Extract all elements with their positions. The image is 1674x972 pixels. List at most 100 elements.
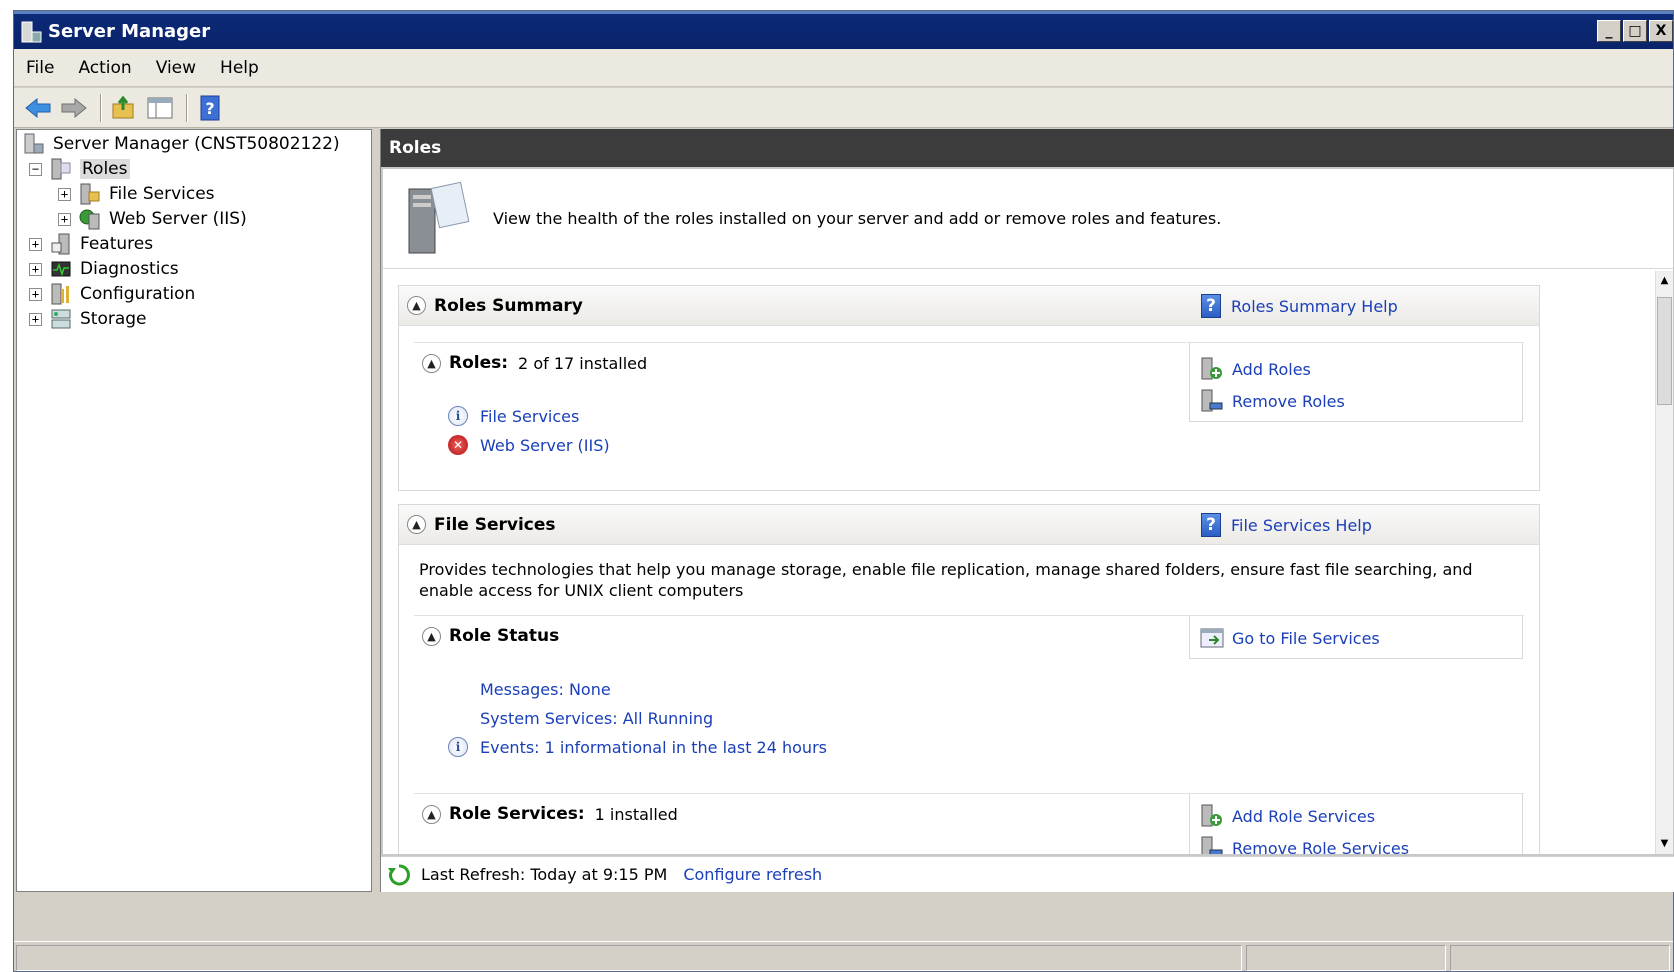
tree-item-diagnostics[interactable]: + Diagnostics	[29, 257, 179, 281]
remove-roles-label[interactable]: Remove Roles	[1232, 392, 1345, 411]
go-to-file-services-link[interactable]: Go to File Services	[1200, 622, 1522, 654]
menu-view[interactable]: View	[156, 58, 196, 78]
configuration-icon	[50, 283, 72, 305]
tree-label-storage: Storage	[80, 309, 147, 329]
show-hide-tree-icon[interactable]	[144, 93, 176, 123]
collapse-icon[interactable]: ▲	[422, 626, 441, 646]
status-messages[interactable]: Messages: None	[480, 676, 611, 702]
menu-file[interactable]: File	[26, 58, 54, 78]
menu-action[interactable]: Action	[78, 58, 131, 78]
forward-arrow-icon[interactable]	[58, 93, 90, 123]
content-body: View the health of the roles installed o…	[381, 167, 1674, 856]
help-icon[interactable]: ?	[194, 93, 226, 123]
role-services-count: 1 installed	[594, 804, 678, 824]
go-to-icon	[1200, 626, 1224, 650]
roles-summary-help-label[interactable]: Roles Summary Help	[1231, 297, 1398, 316]
remove-role-services-link[interactable]: Remove Role Services	[1200, 832, 1522, 855]
tree-item-configuration[interactable]: + Configuration	[29, 282, 195, 306]
system-services-link[interactable]: System Services: All Running	[480, 709, 713, 728]
roles-summary-header: ▲ Roles Summary ? Roles Summary Help	[399, 286, 1539, 326]
expand-toggle[interactable]: +	[58, 212, 71, 226]
file-services-section: ▲ File Services ? File Services Help Pro…	[398, 504, 1540, 855]
expand-toggle[interactable]: +	[29, 262, 42, 276]
server-roles-icon	[405, 181, 475, 257]
roles-summary-title: Roles Summary	[434, 295, 583, 316]
tree-item-web-server[interactable]: + Web Server (IIS)	[58, 207, 247, 231]
info-icon: i	[448, 406, 468, 426]
role-web-server-link[interactable]: Web Server (IIS)	[480, 436, 610, 455]
configure-refresh-link[interactable]: Configure refresh	[683, 865, 822, 884]
minimize-button[interactable]: _	[1597, 20, 1621, 42]
role-status-title: Role Status	[449, 626, 560, 646]
info-icon: i	[448, 737, 468, 757]
status-events[interactable]: i Events: 1 informational in the last 24…	[448, 734, 827, 760]
add-roles-link[interactable]: Add Roles	[1200, 353, 1522, 385]
file-services-icon	[79, 183, 101, 205]
collapse-icon[interactable]: ▲	[407, 515, 426, 534]
role-file-services-link[interactable]: File Services	[480, 407, 579, 426]
svg-text:?: ?	[205, 99, 214, 118]
role-status-actions: Go to File Services	[1189, 616, 1523, 659]
remove-roles-icon	[1200, 389, 1224, 413]
expand-toggle[interactable]: +	[29, 287, 42, 301]
roles-icon	[50, 158, 72, 180]
maximize-button[interactable]: □	[1623, 20, 1647, 42]
refresh-bar: Last Refresh: Today at 9:15 PM Configure…	[381, 856, 1674, 892]
collapse-icon[interactable]: ▲	[422, 804, 441, 824]
tree-item-storage[interactable]: + Storage	[29, 307, 147, 331]
close-button[interactable]: X	[1649, 20, 1673, 42]
collapse-toggle[interactable]: −	[29, 162, 42, 176]
tree-label-features: Features	[80, 234, 154, 254]
scroll-thumb[interactable]	[1657, 297, 1672, 405]
add-role-services-link[interactable]: Add Role Services	[1200, 800, 1522, 832]
events-link[interactable]: Events: 1 informational in the last 24 h…	[480, 738, 827, 757]
scroll-area: ▲ Roles Summary ? Roles Summary Help ▲ R…	[383, 271, 1653, 854]
role-item-web-server[interactable]: ✕ Web Server (IIS)	[448, 432, 610, 458]
tree-label-configuration: Configuration	[80, 284, 196, 304]
toolbar-separator	[186, 93, 188, 122]
expand-toggle[interactable]: +	[29, 312, 42, 326]
last-refresh-text: Last Refresh: Today at 9:15 PM	[421, 865, 668, 884]
add-roles-label[interactable]: Add Roles	[1232, 360, 1311, 379]
messages-link[interactable]: Messages: None	[480, 680, 611, 699]
expand-toggle[interactable]: +	[58, 187, 71, 201]
remove-role-services-label[interactable]: Remove Role Services	[1232, 839, 1409, 855]
add-role-services-label[interactable]: Add Role Services	[1232, 807, 1375, 826]
go-to-file-services-label[interactable]: Go to File Services	[1232, 629, 1380, 648]
collapse-icon[interactable]: ▲	[422, 353, 441, 373]
file-services-header: ▲ File Services ? File Services Help	[399, 505, 1539, 545]
server-manager-icon	[23, 133, 45, 155]
roles-subsection: ▲ Roles: 2 of 17 installed Add Roles Rem…	[414, 342, 1524, 492]
tree-item-features[interactable]: + Features	[29, 232, 153, 256]
back-arrow-icon[interactable]	[22, 93, 54, 123]
roles-summary-help-link[interactable]: ? Roles Summary Help	[1201, 294, 1398, 318]
roles-summary-section: ▲ Roles Summary ? Roles Summary Help ▲ R…	[398, 285, 1540, 491]
expand-toggle[interactable]: +	[29, 237, 42, 251]
tree-root[interactable]: Server Manager (CNST50802122)	[23, 132, 340, 156]
scroll-down-icon[interactable]: ▼	[1656, 834, 1673, 854]
remove-roles-link[interactable]: Remove Roles	[1200, 385, 1522, 417]
error-icon: ✕	[448, 435, 468, 455]
storage-icon	[50, 308, 72, 330]
collapse-icon[interactable]: ▲	[407, 296, 426, 315]
status-services[interactable]: System Services: All Running	[480, 705, 713, 731]
status-pane-3	[1450, 945, 1670, 971]
up-folder-icon[interactable]	[108, 93, 140, 123]
role-status-subsection: ▲ Role Status Go to File Services Messag…	[414, 615, 1524, 795]
toolbar: ?	[14, 88, 1673, 128]
help-icon: ?	[1201, 294, 1221, 318]
role-item-file-services[interactable]: i File Services	[448, 403, 579, 429]
help-icon: ?	[1201, 513, 1221, 537]
file-services-help-link[interactable]: ? File Services Help	[1201, 513, 1372, 537]
tree-item-file-services[interactable]: + File Services	[58, 182, 215, 206]
role-services-title: Role Services:	[449, 804, 585, 824]
refresh-icon	[387, 863, 411, 887]
scroll-up-icon[interactable]: ▲	[1656, 271, 1673, 291]
roles-actions: Add Roles Remove Roles	[1189, 343, 1523, 422]
vertical-scrollbar[interactable]: ▲ ▼	[1655, 271, 1673, 854]
file-services-help-label[interactable]: File Services Help	[1231, 516, 1372, 535]
menu-help[interactable]: Help	[220, 58, 259, 78]
intro-text: View the health of the roles installed o…	[493, 209, 1222, 228]
file-services-description: Provides technologies that help you mana…	[419, 560, 1473, 600]
tree-item-roles[interactable]: − Roles	[29, 157, 130, 181]
